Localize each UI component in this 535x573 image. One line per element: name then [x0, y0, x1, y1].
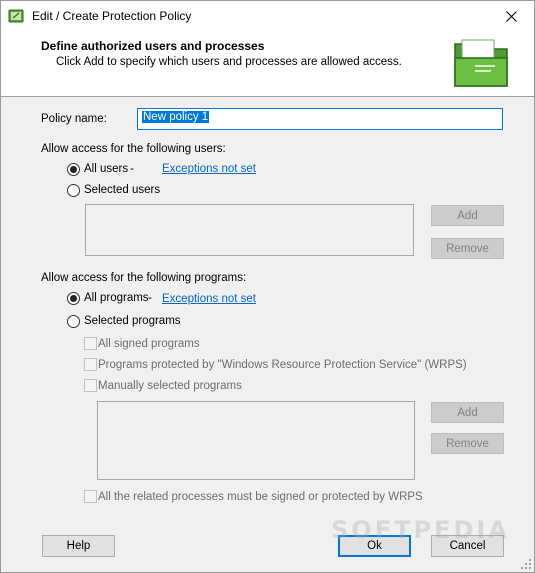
programs-group-label: Allow access for the following programs:: [41, 272, 247, 284]
programs-remove-button[interactable]: Remove: [431, 433, 504, 454]
resize-grip-icon[interactable]: [520, 558, 532, 570]
programs-add-button[interactable]: Add: [431, 402, 504, 423]
users-group-label: Allow access for the following users:: [41, 143, 226, 155]
header-title: Define authorized users and processes: [41, 39, 265, 53]
related-processes-label: All the related processes must be signed…: [98, 491, 423, 503]
wrps-programs-label: Programs protected by "Windows Resource …: [98, 359, 467, 371]
programs-listbox[interactable]: [97, 401, 415, 480]
selected-users-label[interactable]: Selected users: [84, 184, 160, 196]
all-users-dash: -: [130, 163, 134, 175]
title-bar[interactable]: Edit / Create Protection Policy: [1, 1, 534, 32]
close-button[interactable]: [488, 1, 534, 32]
softpedia-watermark: SOFTPEDIA: [331, 516, 510, 544]
related-processes-checkbox[interactable]: [84, 490, 97, 503]
dialog-window: Edit / Create Protection Policy Define a…: [0, 0, 535, 573]
users-listbox[interactable]: [85, 204, 414, 256]
selected-programs-label[interactable]: Selected programs: [84, 315, 181, 327]
policy-name-label: Policy name:: [41, 113, 107, 125]
all-programs-radio[interactable]: [67, 292, 80, 305]
manual-programs-label: Manually selected programs: [98, 380, 242, 392]
selected-programs-radio[interactable]: [67, 315, 80, 328]
all-programs-label[interactable]: All programs: [84, 292, 149, 304]
manual-programs-checkbox[interactable]: [84, 379, 97, 392]
window-title: Edit / Create Protection Policy: [32, 9, 192, 23]
users-exceptions-link[interactable]: Exceptions not set: [162, 163, 256, 175]
folder-document-icon: [454, 39, 508, 87]
users-remove-button[interactable]: Remove: [431, 238, 504, 259]
help-button[interactable]: Help: [42, 535, 115, 557]
selected-users-radio[interactable]: [67, 184, 80, 197]
policy-name-input[interactable]: New policy 1: [137, 108, 503, 130]
wrps-programs-checkbox[interactable]: [84, 358, 97, 371]
header-banner: Define authorized users and processes Cl…: [1, 32, 534, 97]
header-subtitle: Click Add to specify which users and pro…: [56, 56, 402, 68]
users-add-button[interactable]: Add: [431, 205, 504, 226]
all-users-radio[interactable]: [67, 163, 80, 176]
programs-exceptions-link[interactable]: Exceptions not set: [162, 293, 256, 305]
signed-programs-label: All signed programs: [98, 338, 200, 350]
folder-shield-icon: [8, 9, 24, 23]
close-icon: [505, 11, 517, 22]
policy-name-value: New policy 1: [142, 111, 210, 123]
all-programs-dash: -: [148, 292, 152, 304]
signed-programs-checkbox[interactable]: [84, 337, 97, 350]
all-users-label[interactable]: All users: [84, 163, 128, 175]
